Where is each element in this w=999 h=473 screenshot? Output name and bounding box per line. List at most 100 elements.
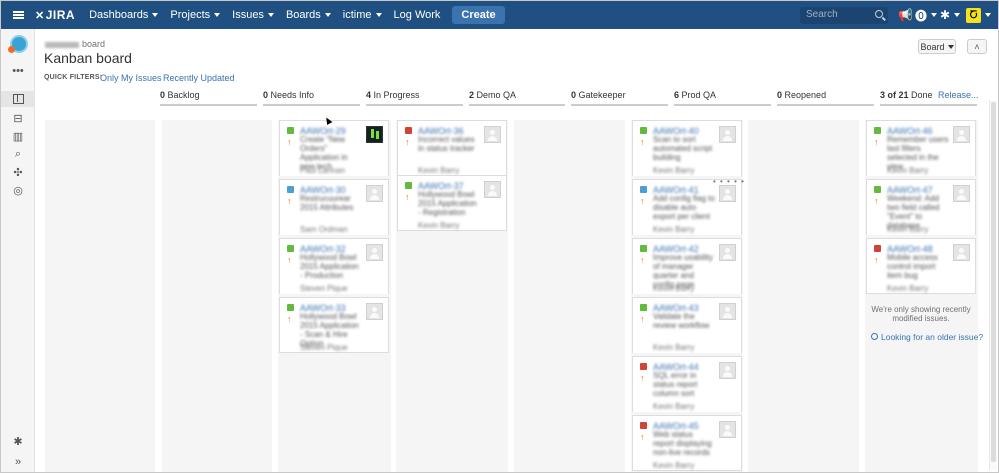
assignee-avatar[interactable] [366,303,383,320]
issue-card[interactable]: ↑ AAWOrt-46 Remember users last filters se… [866,120,976,176]
priority-arrow-up-icon: ↑ [405,137,410,147]
assignee-avatar[interactable] [719,126,736,143]
column-count: 3 of 21 [880,90,909,100]
board-menu-button[interactable]: Board [918,39,956,54]
sidebar-item-settings[interactable]: ✱ [1,433,35,449]
issue-card[interactable]: ↑ AAWOrt-36 Incorrect values in status tra… [397,120,507,176]
chevron-down-icon [985,13,991,17]
sidebar-expand-button[interactable]: » [1,454,35,470]
board-icon [12,94,24,104]
issue-card[interactable]: ↑ AAWOrt-32 Hollywood Bowl 2015 Applicatio… [279,238,389,294]
sidebar-item-issues[interactable]: ⌕ [1,146,35,162]
issue-card[interactable]: ↑ AAWOrt-44 SQL error in status report col… [632,356,742,412]
column-name: Demo QA [476,90,517,100]
search-input[interactable]: Search [800,7,888,24]
more-icon[interactable]: ••• [1,63,35,79]
filter-only-my-issues[interactable]: Only My Issues [100,73,162,83]
column-header-reopened: 0 Reopened [777,90,874,106]
sidebar-item-components[interactable]: ◎ [1,182,35,198]
filter-recently-updated[interactable]: Recently Updated [163,73,235,83]
issue-type-story-icon [640,127,647,134]
assignee-avatar[interactable] [719,185,736,202]
chevron-up-icon: ˄ [974,41,980,52]
assignee-avatar[interactable] [366,126,383,143]
project-avatar[interactable] [8,35,28,53]
assignee-avatar[interactable] [366,244,383,261]
issue-assignee: Kevin Barry [418,166,460,175]
sidebar-item-reports[interactable]: ▥ [1,128,35,144]
assignee-avatar[interactable] [366,185,383,202]
priority-arrow-up-icon: ↑ [640,432,645,442]
help-icon[interactable]: ⓿ [915,7,938,23]
issue-card[interactable]: ↑ AAWOrt-41 Add config flag to disable aut… [632,179,742,235]
issue-card[interactable]: ↑ AAWOrt-40 Scan to sort automated script … [632,120,742,176]
nav-boards[interactable]: Boards [280,1,337,29]
board-menu-label: Board [920,41,945,52]
backlog-icon: ⊟ [13,112,23,125]
nav-dashboards[interactable]: Dashboards [83,1,164,29]
older-issue-label: Looking for an older issue? [881,332,984,342]
issue-summary: Web status report displaying non-live re… [653,430,712,457]
older-issue-link[interactable]: Looking for an older issue? [871,332,983,342]
priority-arrow-up-icon: ↑ [640,314,645,324]
vertical-scrollbar[interactable] [989,100,997,470]
assignee-avatar[interactable] [719,303,736,320]
jira-logo[interactable]: ✕ JIRA [35,1,83,29]
priority-arrow-up-icon: ↑ [874,255,879,265]
issue-card[interactable]: ↑ AAWOrt-43 Validate the review workflow Ke… [632,297,742,353]
issue-summary: Incorrect values in status tracker [418,135,475,153]
assignee-avatar[interactable] [719,244,736,261]
issue-type-bug-icon [640,363,647,370]
issue-assignee: Kevin Barry [653,166,695,175]
issue-card[interactable]: ↑ AAWOrt-30 Restrucuurear 2015 Attributes S… [279,179,389,235]
drag-handle-dots[interactable]: • • • • • [713,177,745,186]
issue-assignee: Sam Ordman [300,225,348,234]
search-placeholder: Search [806,9,838,20]
assignee-avatar[interactable] [484,181,501,198]
board-breadcrumb[interactable]: board [45,39,105,49]
issue-type-bug-icon [640,422,647,429]
issue-assignee: Kevin Barry [418,221,460,230]
project-name-blurred [45,41,79,48]
nav-projects[interactable]: Projects [164,1,226,29]
feedback-megaphone-icon[interactable]: 📢 [898,7,913,23]
sidebar-item-addons[interactable]: ✣ [1,164,35,180]
release-link[interactable]: Release... [938,90,979,100]
app-window: ✕ JIRA Dashboards Projects Issues Boards … [0,0,999,473]
issue-card[interactable]: ↑ AAWOrt-42 Improve usability of manager q… [632,238,742,294]
nav-ictime[interactable]: ictime [337,1,388,29]
assignee-avatar[interactable] [953,126,970,143]
sidebar-item-backlog[interactable]: ⊟ [1,110,35,126]
column-name: Prod QA [681,90,717,100]
assignee-avatar[interactable] [719,362,736,379]
assignee-avatar[interactable] [484,126,501,143]
user-profile-button[interactable]: Ⴀ [966,7,991,23]
collapse-header-button[interactable]: ˄ [967,39,987,54]
issue-summary: Scan to sort automated script building [653,135,713,162]
issue-card[interactable]: ↑ AAWOrt-47 Weekend: Add two field called … [866,179,976,235]
nav-issues[interactable]: Issues [226,1,280,29]
issue-summary: SQL error in status report column sort [653,371,698,398]
issue-summary: Restrucuurear 2015 Attributes [300,194,354,212]
gear-icon[interactable]: ✱ [940,7,961,23]
column-count: 2 [469,90,475,100]
column-name: In Progress [373,90,420,100]
assignee-avatar[interactable] [953,244,970,261]
create-button[interactable]: Create [452,6,505,24]
issue-card[interactable]: ↑ AAWOrt-37 Hollywood Bowl 2015 Applicatio… [397,175,507,231]
assignee-avatar[interactable] [953,185,970,202]
issue-card[interactable]: ↑ AAWOrt-29 Create "New Orders" Applicatio… [279,120,389,176]
scrollbar-thumb[interactable] [991,102,996,462]
issue-type-bug-icon [405,127,412,134]
board-context-label: board [82,39,106,49]
issue-card[interactable]: ↑ AAWOrt-33 Hollywood Bowl 2015 Applicatio… [279,297,389,353]
app-switcher-button[interactable] [1,1,35,29]
issue-assignee: Kevin Barry [653,225,695,234]
issue-card[interactable]: ↑ AAWOrt-45 Web status report displaying n… [632,415,742,471]
target-icon: ◎ [13,184,23,197]
issue-assignee: Kevin Barry [653,402,695,411]
issue-card[interactable]: ↑ AAWOrt-48 Mobile access control import i… [866,238,976,294]
nav-log-work[interactable]: Log Work [388,1,447,29]
assignee-avatar[interactable] [719,421,736,438]
sidebar-item-board[interactable] [1,91,35,107]
